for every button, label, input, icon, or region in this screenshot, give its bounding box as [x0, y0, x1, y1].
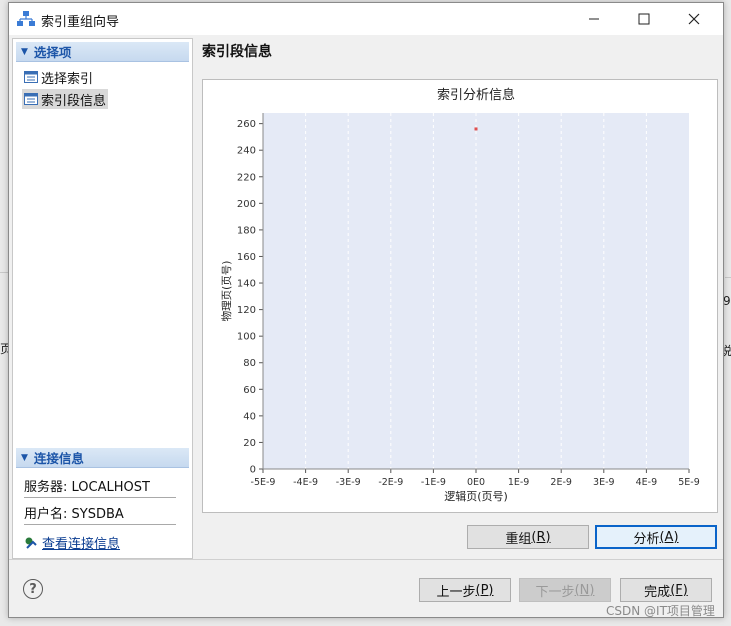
- analyze-button[interactable]: 分析 (A): [595, 525, 717, 549]
- nav-item-index-segment-info[interactable]: 索引段信息: [22, 89, 109, 109]
- analyze-button-key: (A): [659, 529, 679, 545]
- collapse-triangle-icon: ▼: [21, 452, 28, 463]
- next-button-label: 下一步: [535, 584, 575, 600]
- y-tick-label: 260: [237, 119, 256, 130]
- watermark: CSDN @IT项目管理: [606, 604, 715, 618]
- x-tick-label: -3E-9: [336, 477, 361, 488]
- x-tick-label: -2E-9: [378, 477, 403, 488]
- prev-button[interactable]: 上一步 (P): [419, 578, 511, 602]
- view-connection-link[interactable]: 查看连接信息: [42, 533, 120, 552]
- x-axis-label: 逻辑页(页号): [444, 489, 508, 503]
- y-tick-label: 180: [237, 225, 256, 236]
- footer-divider: [9, 559, 723, 560]
- y-tick-label: 20: [243, 438, 256, 449]
- minimize-button[interactable]: [571, 3, 617, 35]
- nav-item-label: 索引段信息: [41, 93, 107, 109]
- x-tick-label: 1E-9: [508, 477, 530, 488]
- nav-item-label: 选择索引: [41, 71, 94, 87]
- nav-item-select-index[interactable]: 选择索引: [22, 67, 95, 87]
- y-tick-label: 200: [237, 199, 256, 210]
- reorg-button[interactable]: 重组 (R): [467, 525, 589, 549]
- reorg-button-key: (R): [531, 529, 551, 545]
- x-tick-label: 5E-9: [678, 477, 700, 488]
- wizard-nav-panel: ▼ 选择项 选择索引 索引段信息 ▼ 连接信息 服务器: LOCALHOST 用…: [12, 38, 193, 559]
- background-divider: [0, 272, 8, 273]
- user-info: 用户名: SYSDBA: [24, 501, 176, 525]
- y-tick-label: 40: [243, 411, 256, 422]
- chart-title: 索引分析信息: [437, 87, 515, 103]
- minimize-icon: [589, 18, 599, 20]
- reorg-wizard-dialog: 索引重组向导 ▼ 选择项 选择索引 索引段信息 ▼ 连接信息 服务器: LOCA…: [8, 2, 724, 618]
- background-divider: [725, 277, 731, 278]
- x-tick-label: -5E-9: [251, 477, 276, 488]
- finish-button[interactable]: 完成 (F): [620, 578, 712, 602]
- x-tick-label: -1E-9: [421, 477, 446, 488]
- finish-button-label: 完成: [644, 584, 671, 600]
- x-tick-label: 3E-9: [593, 477, 615, 488]
- window-title: 索引重组向导: [41, 15, 120, 30]
- index-analysis-chart: 索引分析信息 -5E-9 -4E-9 -3E-9 -2E-9 -1E-9 0E0 1E-9 2E…: [202, 79, 718, 513]
- background-text-right-top: 9: [723, 294, 731, 308]
- view-connection-link-row[interactable]: 查看连接信息: [24, 533, 120, 552]
- next-button-key: (N): [574, 582, 595, 598]
- prev-button-label: 上一步: [436, 584, 476, 600]
- y-tick-label: 140: [237, 279, 256, 290]
- y-tick-label: 100: [237, 332, 256, 343]
- close-icon: [688, 13, 700, 25]
- x-tick-label: 4E-9: [636, 477, 658, 488]
- next-button[interactable]: 下一步 (N): [519, 578, 611, 602]
- maximize-button[interactable]: [621, 3, 667, 35]
- reorg-button-label: 重组: [505, 531, 532, 547]
- section-header-options[interactable]: ▼ 选择项: [16, 42, 189, 62]
- maximize-icon: [638, 13, 650, 25]
- wizard-app-icon: [17, 11, 35, 26]
- y-tick-label: 160: [237, 252, 256, 263]
- prev-button-key: (P): [475, 582, 494, 598]
- page-title: 索引段信息: [202, 44, 272, 60]
- y-tick-label: 240: [237, 146, 256, 157]
- y-tick-label: 0: [250, 465, 256, 476]
- section-title-options: 选择项: [33, 45, 72, 60]
- table-icon: [24, 93, 38, 105]
- chart-canvas: 索引分析信息 -5E-9 -4E-9 -3E-9 -2E-9 -1E-9 0E0 1E-9 2E…: [220, 87, 700, 503]
- y-tick-label: 120: [237, 305, 256, 316]
- collapse-triangle-icon: ▼: [21, 46, 28, 57]
- y-tick-label: 220: [237, 172, 256, 183]
- help-icon[interactable]: ?: [23, 579, 43, 599]
- x-tick-label: -4E-9: [293, 477, 318, 488]
- data-point: [474, 127, 478, 131]
- y-tick-label: 60: [243, 385, 256, 396]
- x-tick-label: 0E0: [467, 477, 485, 488]
- section-header-connection[interactable]: ▼ 连接信息: [16, 448, 189, 468]
- x-tick-label: 2E-9: [550, 477, 572, 488]
- analyze-button-label: 分析: [633, 531, 660, 547]
- table-icon: [24, 71, 38, 83]
- server-info: 服务器: LOCALHOST: [24, 474, 176, 498]
- connection-icon: [25, 537, 37, 549]
- close-button[interactable]: [671, 3, 717, 35]
- y-tick-label: 80: [243, 358, 256, 369]
- finish-button-key: (F): [670, 582, 688, 598]
- section-title-connection: 连接信息: [33, 451, 84, 466]
- title-bar: 索引重组向导: [9, 3, 723, 35]
- y-axis-label: 物理页(页号): [220, 261, 233, 322]
